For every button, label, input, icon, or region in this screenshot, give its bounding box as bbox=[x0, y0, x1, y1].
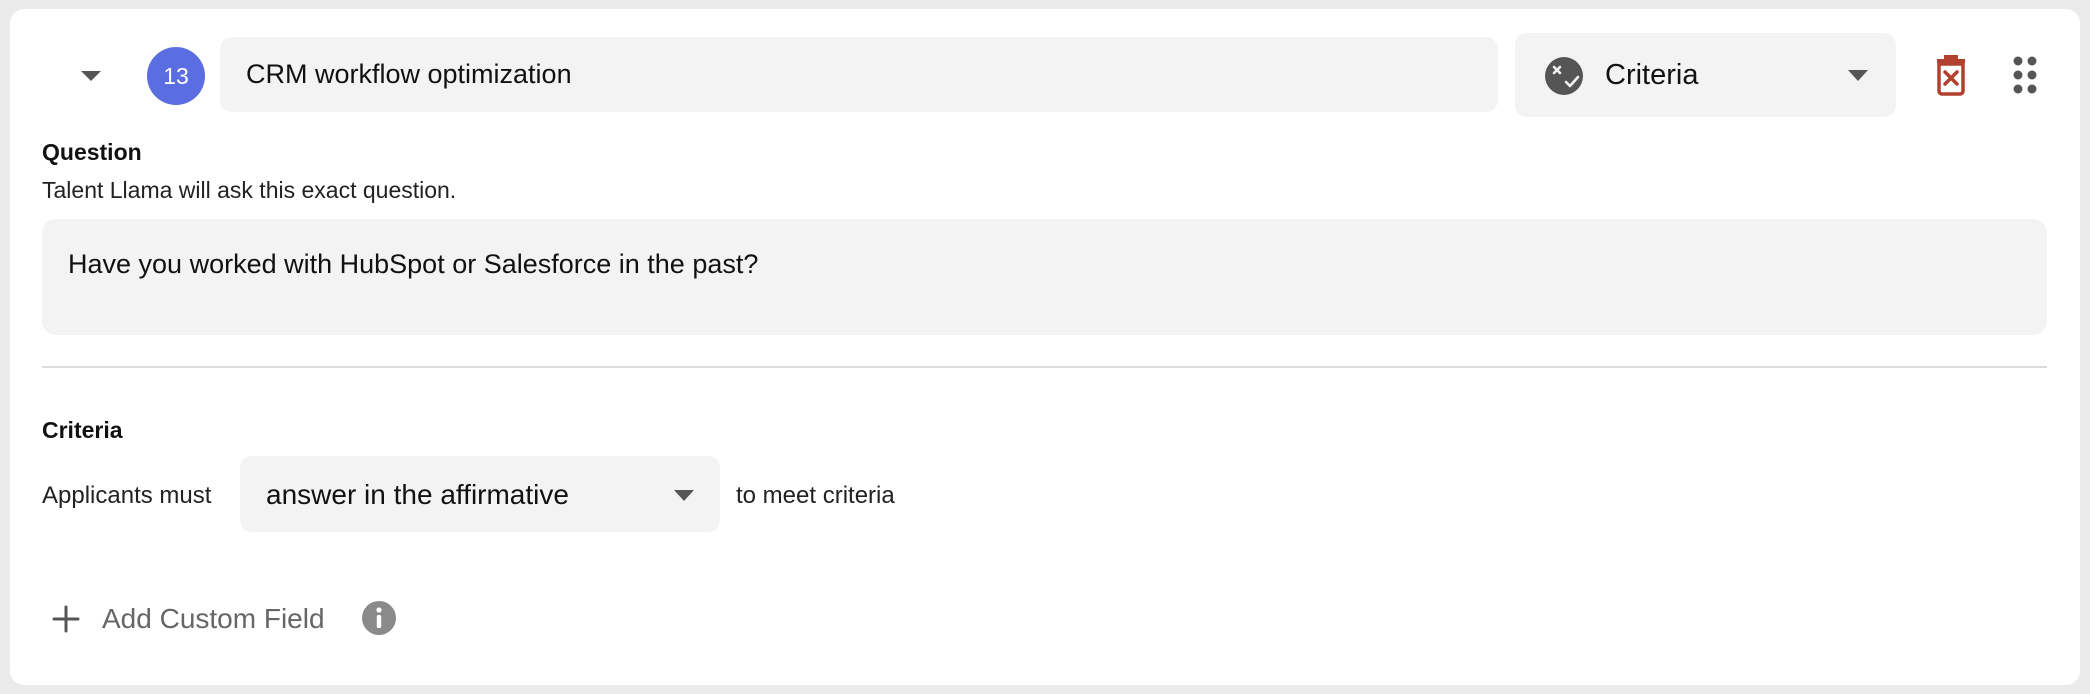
drag-handle[interactable] bbox=[2010, 55, 2040, 95]
criteria-selected-value: answer in the affirmative bbox=[266, 479, 569, 510]
chevron-down-icon bbox=[674, 490, 694, 501]
question-card: 13 Criteria Question Talent Llama will a… bbox=[10, 9, 2080, 685]
question-text-input[interactable]: Have you worked with HubSpot or Salesfor… bbox=[42, 219, 2047, 335]
question-heading: Question bbox=[42, 139, 142, 165]
info-icon[interactable] bbox=[361, 600, 397, 636]
add-custom-field-button[interactable]: Add Custom Field bbox=[52, 599, 325, 639]
question-type-select[interactable]: Criteria bbox=[1515, 33, 1896, 117]
caret-down-icon bbox=[81, 71, 101, 81]
criteria-prefix-text: Applicants must bbox=[42, 482, 212, 509]
criteria-suffix-text: to meet criteria bbox=[736, 482, 895, 509]
drag-handle-icon bbox=[2013, 56, 2037, 94]
delete-question-button[interactable] bbox=[1928, 51, 1974, 97]
question-number-badge: 13 bbox=[147, 47, 205, 105]
collapse-toggle-button[interactable] bbox=[68, 56, 116, 96]
add-custom-field-label: Add Custom Field bbox=[102, 603, 325, 634]
question-title-input[interactable] bbox=[220, 37, 1498, 112]
section-divider bbox=[42, 366, 2047, 368]
criteria-face-icon bbox=[1545, 57, 1583, 95]
criteria-heading: Criteria bbox=[42, 417, 123, 443]
question-helper-text: Talent Llama will ask this exact questio… bbox=[42, 177, 457, 203]
trash-icon bbox=[1937, 55, 1965, 96]
chevron-down-icon bbox=[1848, 70, 1868, 81]
question-type-label: Criteria bbox=[1605, 59, 1699, 91]
plus-icon bbox=[52, 605, 80, 633]
criteria-condition-select[interactable]: answer in the affirmative bbox=[240, 456, 720, 532]
